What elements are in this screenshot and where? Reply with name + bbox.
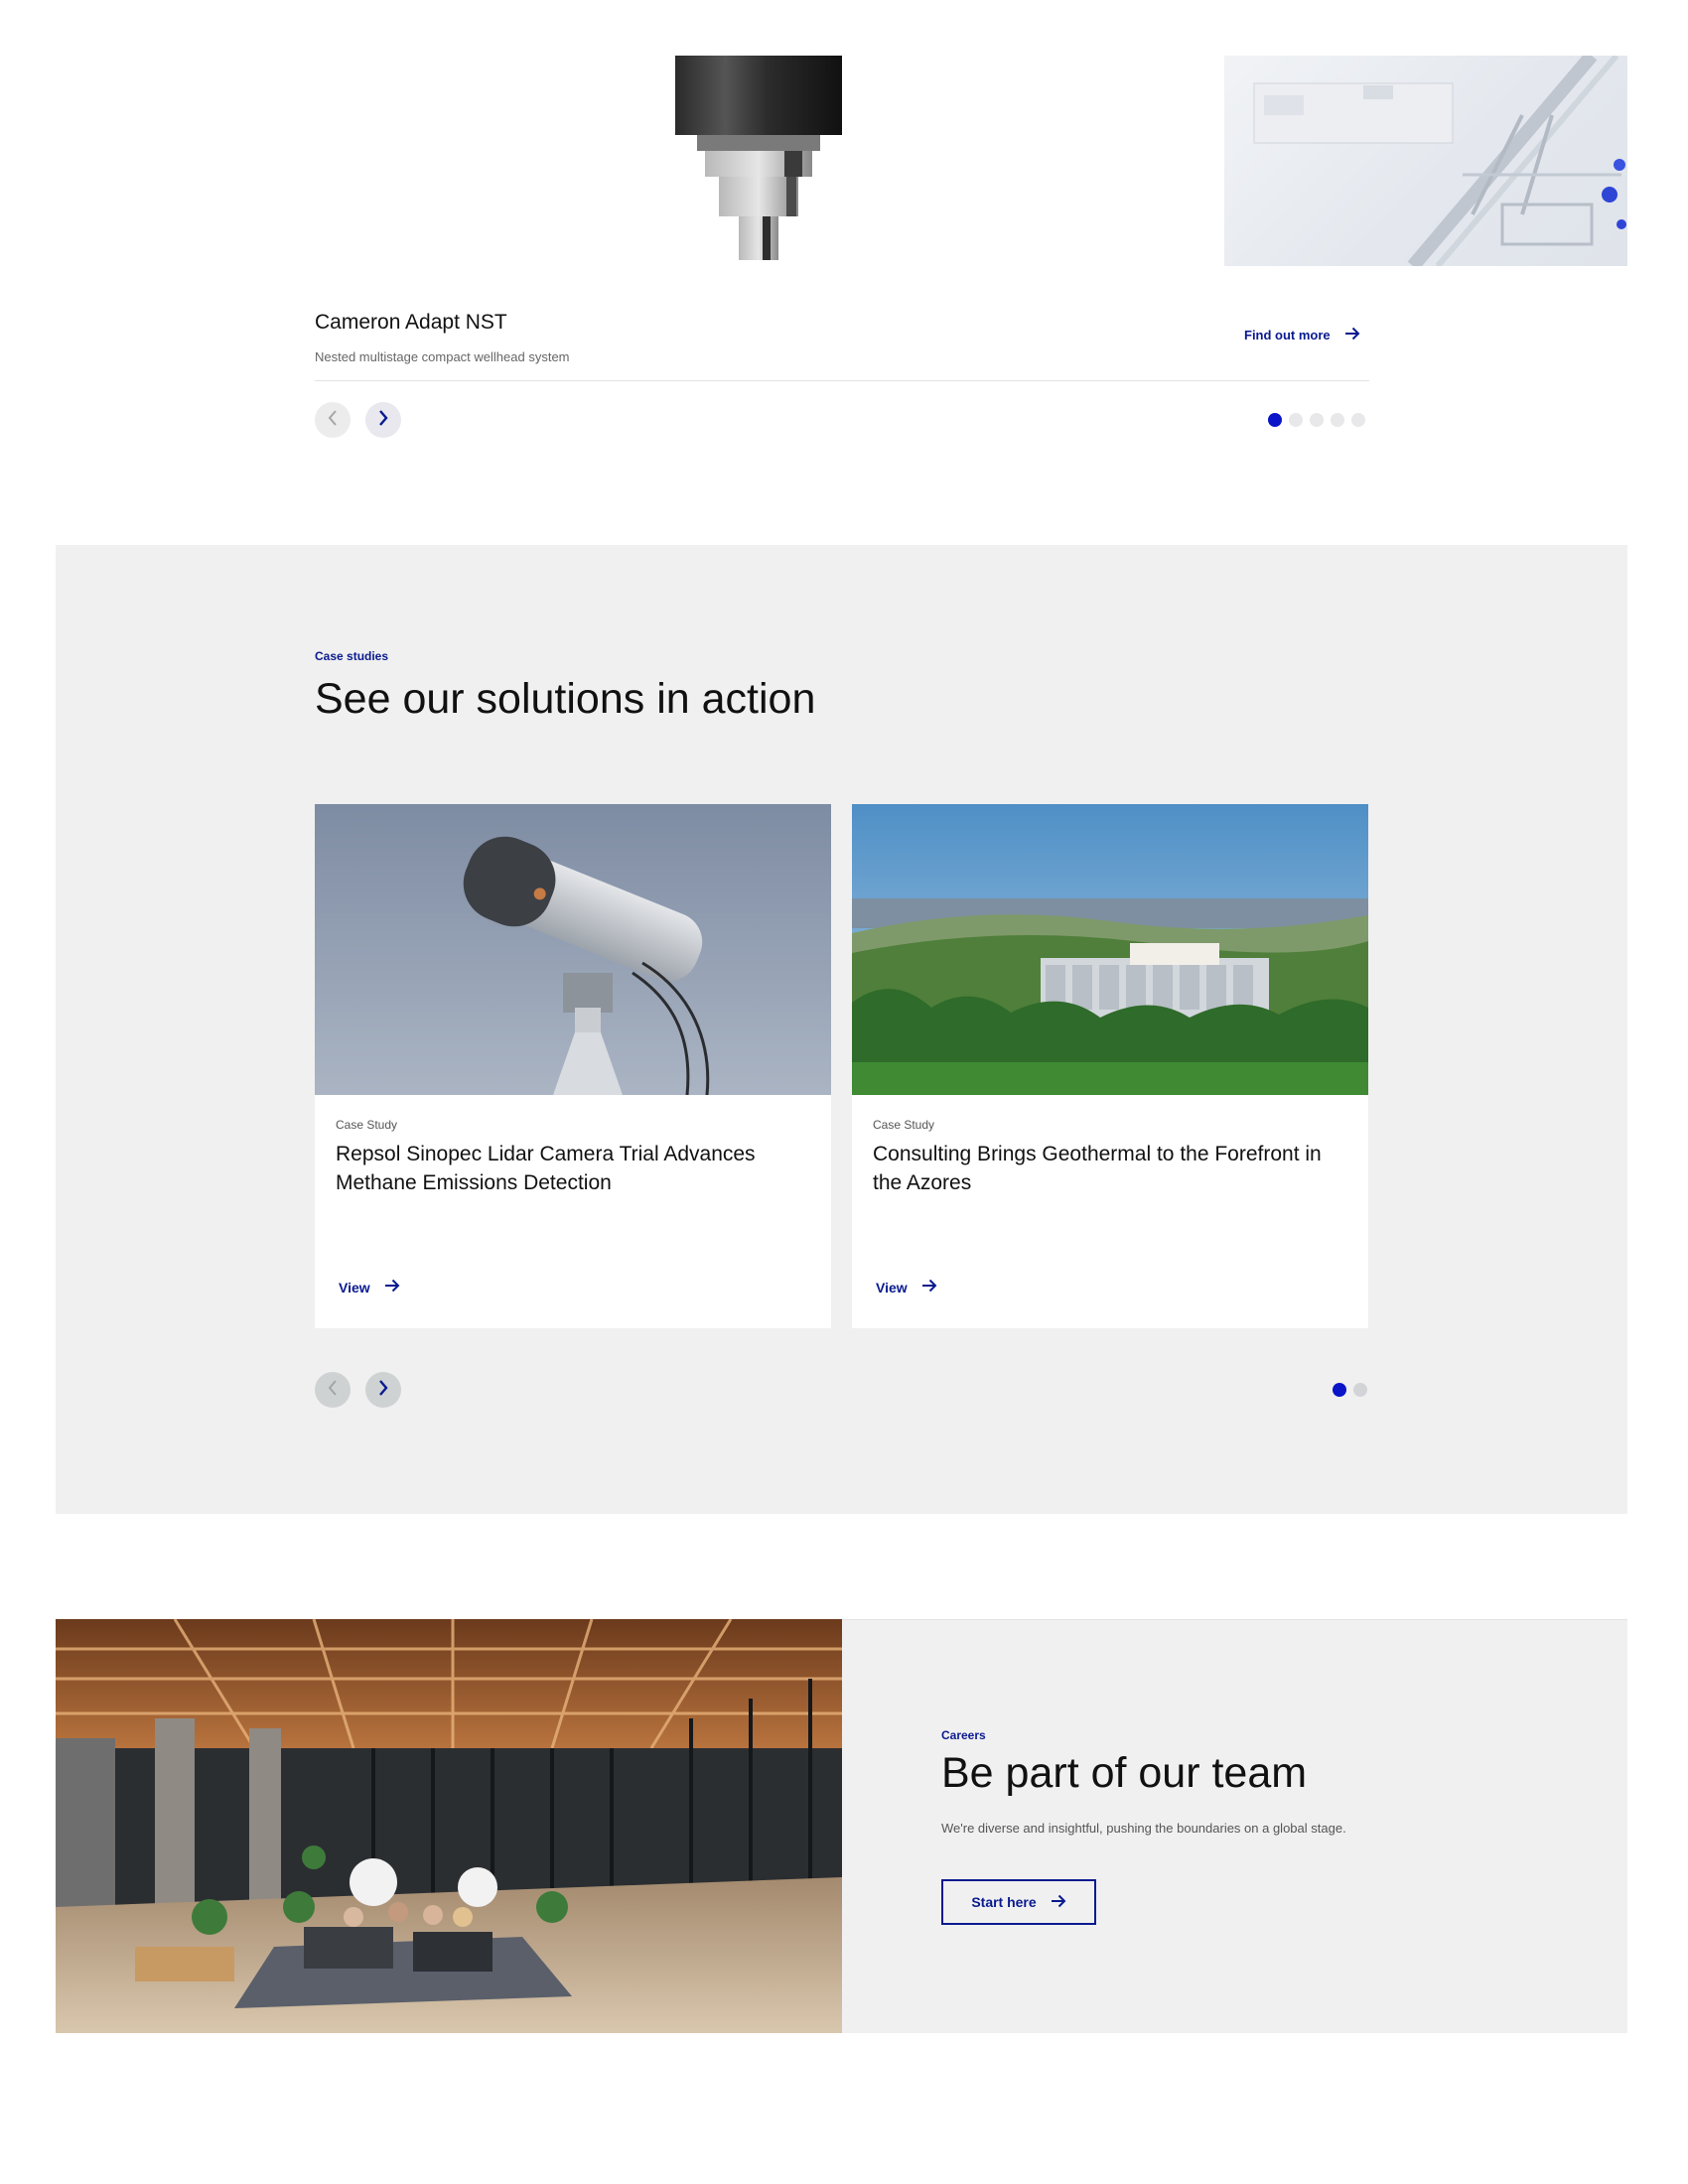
careers-heading: Be part of our team xyxy=(941,1749,1308,1797)
product-pagination xyxy=(1268,413,1365,427)
pagination-dot-1[interactable] xyxy=(1333,1383,1346,1397)
arrow-right-icon xyxy=(384,1279,400,1296)
case-study-card-2[interactable]: Case Study Consulting Brings Geothermal … xyxy=(852,804,1368,1328)
case-study-image-lidar-camera xyxy=(315,804,831,1095)
case-study-view-link[interactable]: View xyxy=(876,1279,937,1296)
case-study-title: Repsol Sinopec Lidar Camera Trial Advanc… xyxy=(336,1143,756,1194)
pagination-dot-1[interactable] xyxy=(1268,413,1282,427)
product-title: Cameron Adapt NST xyxy=(315,311,507,334)
chevron-left-icon xyxy=(327,409,339,432)
case-studies-section xyxy=(56,545,1627,1514)
case-studies-pagination xyxy=(1333,1383,1367,1397)
start-here-button[interactable]: Start here xyxy=(941,1879,1096,1925)
arrow-right-icon xyxy=(1051,1894,1066,1911)
case-study-tag: Case Study xyxy=(873,1118,935,1132)
case-study-tag: Case Study xyxy=(336,1118,398,1132)
careers-description: We're diverse and insightful, pushing th… xyxy=(941,1821,1346,1836)
pagination-dot-2[interactable] xyxy=(1289,413,1303,427)
chevron-right-icon xyxy=(377,1379,389,1402)
arrow-right-icon xyxy=(1344,327,1360,343)
case-study-view-link[interactable]: View xyxy=(339,1279,400,1296)
careers-office-image xyxy=(56,1618,842,2033)
find-out-more-label: Find out more xyxy=(1244,328,1331,342)
pagination-dot-4[interactable] xyxy=(1331,413,1344,427)
product-next-button[interactable] xyxy=(365,402,401,438)
product-subtitle: Nested multistage compact wellhead syste… xyxy=(315,349,570,364)
product-prev-button[interactable] xyxy=(315,402,351,438)
case-study-title: Consulting Brings Geothermal to the Fore… xyxy=(873,1143,1322,1194)
product-image-cameron-adapt-nst xyxy=(675,56,842,260)
case-studies-heading: See our solutions in action xyxy=(315,675,816,723)
view-label: View xyxy=(339,1279,370,1296)
chevron-right-icon xyxy=(377,409,389,432)
pagination-dot-2[interactable] xyxy=(1353,1383,1367,1397)
pagination-dot-3[interactable] xyxy=(1310,413,1324,427)
find-out-more-link[interactable]: Find out more xyxy=(1244,327,1360,343)
start-here-label: Start here xyxy=(971,1894,1037,1910)
pagination-dot-5[interactable] xyxy=(1351,413,1365,427)
view-label: View xyxy=(876,1279,908,1296)
case-studies-next-button[interactable] xyxy=(365,1372,401,1408)
arrow-right-icon xyxy=(921,1279,937,1296)
careers-eyebrow: Careers xyxy=(941,1728,986,1742)
case-study-card-1[interactable]: Case Study Repsol Sinopec Lidar Camera T… xyxy=(315,804,831,1328)
case-studies-eyebrow: Case studies xyxy=(315,649,389,663)
product-image-offshore-structure xyxy=(1224,56,1627,266)
case-study-image-geothermal-plant xyxy=(852,804,1368,1095)
chevron-left-icon xyxy=(327,1379,339,1402)
case-studies-prev-button[interactable] xyxy=(315,1372,351,1408)
divider xyxy=(315,380,1369,381)
